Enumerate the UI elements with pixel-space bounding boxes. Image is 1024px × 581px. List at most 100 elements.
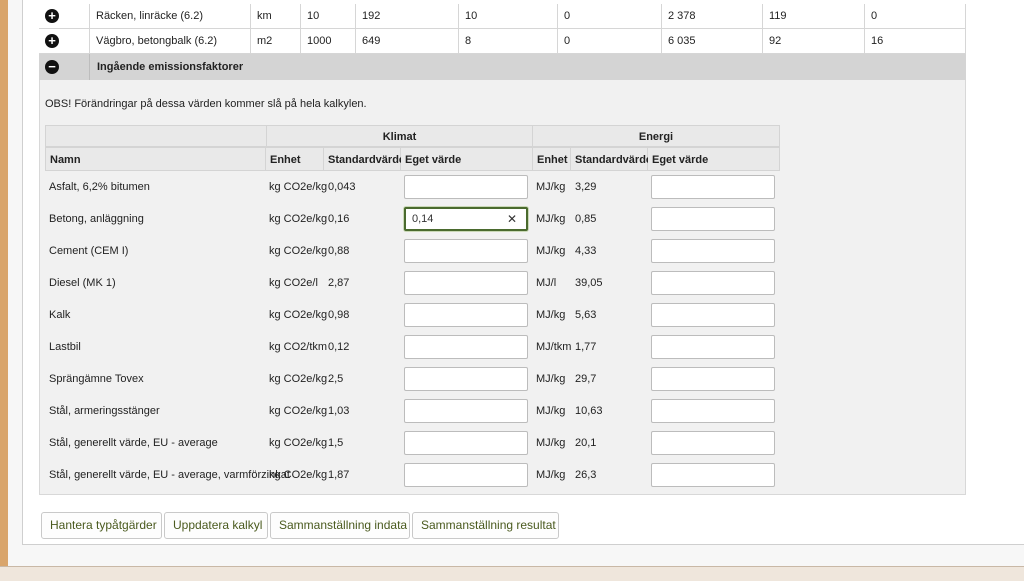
energi-standard: 1,77: [575, 341, 597, 353]
klimat-own-value-input[interactable]: [404, 399, 528, 423]
klimat-own-value-input[interactable]: [404, 367, 528, 391]
row-name: Räcken, linräcke (6.2): [89, 4, 250, 28]
klimat-own-value-input[interactable]: [404, 431, 528, 455]
row-cell: 8: [458, 29, 557, 53]
klimat-standard: 0,98: [328, 309, 350, 321]
factor-name: Sprängämne Tovex: [49, 373, 144, 385]
window-frame-bottom: [0, 566, 1024, 581]
row-cell: 192: [355, 4, 458, 28]
energi-own-value-input[interactable]: [651, 271, 775, 295]
update-calculation-button[interactable]: Uppdatera kalkyl: [164, 512, 268, 539]
energi-own-value-input[interactable]: [651, 431, 775, 455]
klimat-unit: kg CO2e/kg: [269, 245, 328, 257]
klimat-unit: kg CO2e/l: [269, 277, 318, 289]
table-row: + Vägbro, betongbalk (6.2) m2 1000 649 8…: [39, 29, 966, 54]
content-area: + Räcken, linräcke (6.2) km 10 192 10 0 …: [22, 0, 1024, 545]
energi-unit: MJ/kg: [536, 309, 566, 321]
col-header-standardvarde-energi: Standardvärde: [571, 147, 652, 171]
energi-own-value-input[interactable]: [651, 303, 775, 327]
clear-x-icon[interactable]: ✕: [505, 212, 519, 226]
energi-standard: 29,7: [575, 373, 597, 385]
section-title: Ingående emissionsfaktorer: [97, 61, 244, 73]
klimat-unit: kg CO2e/kg: [269, 405, 328, 417]
klimat-own-value-input[interactable]: [404, 175, 528, 199]
klimat-standard: 2,5: [328, 373, 344, 385]
energi-standard: 3,29: [575, 181, 597, 193]
energi-unit: MJ/l: [536, 277, 557, 289]
row-cell: 92: [762, 29, 864, 53]
klimat-standard: 0,043: [328, 181, 356, 193]
factor-name: Asfalt, 6,2% bitumen: [49, 181, 150, 193]
energi-unit: MJ/kg: [536, 437, 566, 449]
collapse-section-icon[interactable]: −: [45, 60, 59, 74]
manage-measures-button[interactable]: Hantera typåtgärder: [41, 512, 162, 539]
notice-text: OBS! Förändringar på dessa värden kommer…: [45, 98, 367, 110]
klimat-standard: 1,87: [328, 469, 350, 481]
row-cell: 0: [557, 4, 661, 28]
energi-standard: 0,85: [575, 213, 597, 225]
row-cell: 119: [762, 4, 864, 28]
summary-result-button[interactable]: Sammanställning resultat: [412, 512, 559, 539]
klimat-unit: kg CO2e/kg: [269, 181, 328, 193]
energi-own-value-input[interactable]: [651, 207, 775, 231]
divider: [89, 54, 90, 80]
factor-name: Stål, generellt värde, EU - average, var…: [49, 469, 290, 481]
row-name: Vägbro, betongbalk (6.2): [89, 29, 250, 53]
energi-own-value-input[interactable]: [651, 367, 775, 391]
row-cell: 1000: [300, 29, 355, 53]
klimat-unit: kg CO2e/kg: [269, 213, 328, 225]
klimat-own-value-input[interactable]: [404, 463, 528, 487]
energi-own-value-input[interactable]: [651, 239, 775, 263]
factor-name: Betong, anläggning: [49, 213, 144, 225]
klimat-unit: kg CO2e/kg: [269, 437, 328, 449]
row-cell: 10: [458, 4, 557, 28]
klimat-own-value-input[interactable]: [404, 239, 528, 263]
group-header-energi: Energi: [533, 125, 780, 147]
energi-standard: 5,63: [575, 309, 597, 321]
factor-name: Diesel (MK 1): [49, 277, 116, 289]
row-cell: 10: [300, 4, 355, 28]
row-unit: m2: [250, 29, 300, 53]
energi-standard: 39,05: [575, 277, 603, 289]
energi-own-value-input[interactable]: [651, 463, 775, 487]
row-cell: 0: [864, 4, 966, 28]
col-header-eget-varde-energi: Eget värde: [648, 147, 780, 171]
row-cell: 6 035: [661, 29, 762, 53]
klimat-own-value-input[interactable]: [404, 303, 528, 327]
expand-row-icon[interactable]: +: [45, 9, 59, 23]
section-header-emission-factors[interactable]: − Ingående emissionsfaktorer: [39, 54, 966, 80]
klimat-standard: 1,03: [328, 405, 350, 417]
energi-unit: MJ/kg: [536, 245, 566, 257]
expand-row-icon[interactable]: +: [45, 34, 59, 48]
row-unit: km: [250, 4, 300, 28]
table-row: + Räcken, linräcke (6.2) km 10 192 10 0 …: [39, 4, 966, 29]
energi-own-value-input[interactable]: [651, 175, 775, 199]
factor-name: Stål, armeringsstänger: [49, 405, 160, 417]
row-cell: 16: [864, 29, 966, 53]
klimat-standard: 0,16: [328, 213, 350, 225]
klimat-unit: kg CO2e/kg: [269, 469, 328, 481]
col-header-enhet-energi: Enhet: [533, 147, 571, 171]
energi-unit: MJ/kg: [536, 181, 566, 193]
klimat-standard: 0,12: [328, 341, 350, 353]
energi-own-value-input[interactable]: [651, 335, 775, 359]
energi-standard: 10,63: [575, 405, 603, 417]
energi-unit: MJ/kg: [536, 405, 566, 417]
factor-name: Kalk: [49, 309, 71, 321]
factor-name: Stål, generellt värde, EU - average: [49, 437, 218, 449]
klimat-unit: kg CO2e/kg: [269, 373, 328, 385]
energi-own-value-input[interactable]: [651, 399, 775, 423]
row-cell: 649: [355, 29, 458, 53]
col-header-standardvarde: Standardvärde: [324, 147, 405, 171]
col-header-namn: Namn: [45, 147, 266, 171]
energi-unit: MJ/kg: [536, 213, 566, 225]
window-frame-left: [0, 0, 8, 580]
klimat-own-value-input[interactable]: [404, 271, 528, 295]
klimat-own-value-input[interactable]: [404, 335, 528, 359]
header-blank: [45, 125, 266, 147]
summary-input-button[interactable]: Sammanställning indata: [270, 512, 410, 539]
energi-unit: MJ/kg: [536, 469, 566, 481]
energi-unit: MJ/kg: [536, 373, 566, 385]
klimat-unit: kg CO2/tkm: [269, 341, 328, 353]
energi-standard: 26,3: [575, 469, 597, 481]
